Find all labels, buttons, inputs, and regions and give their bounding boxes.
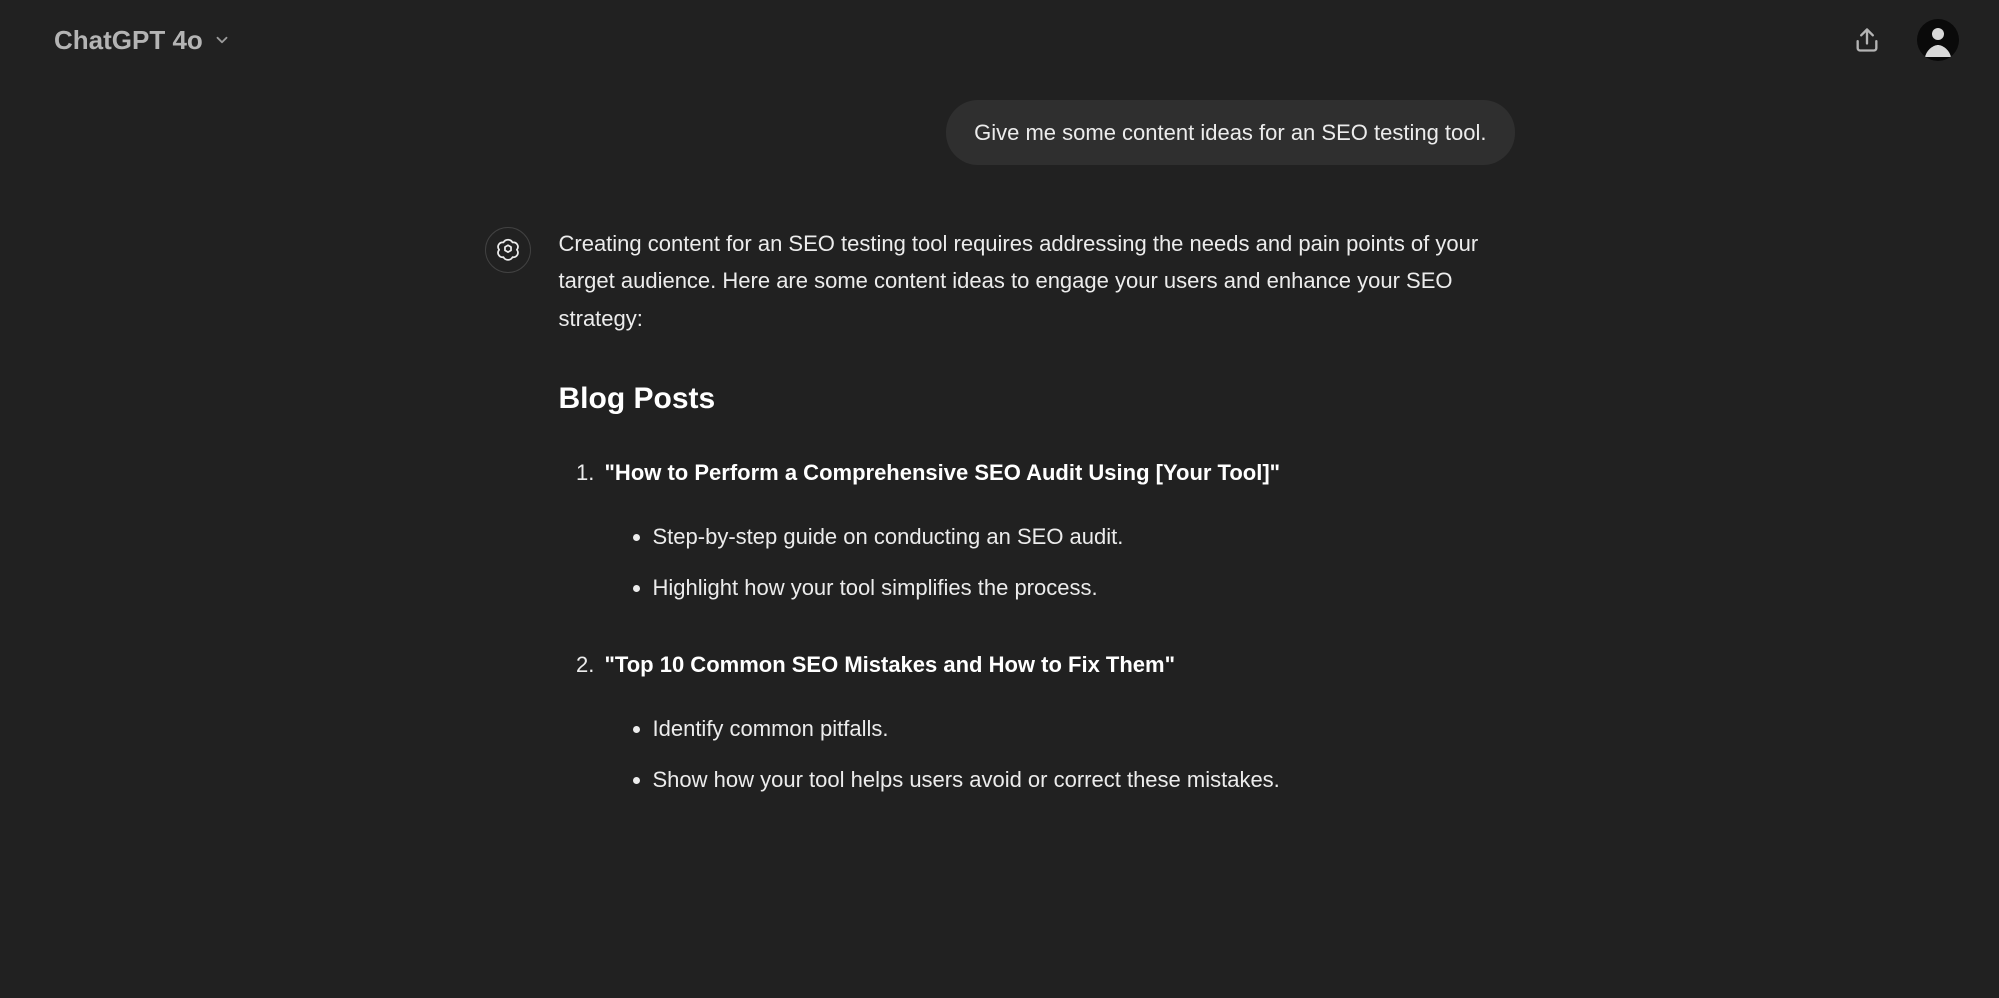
assistant-message: Creating content for an SEO testing tool… <box>559 225 1515 839</box>
list-item: "Top 10 Common SEO Mistakes and How to F… <box>601 646 1515 798</box>
openai-logo-icon <box>495 237 521 263</box>
user-message: Give me some content ideas for an SEO te… <box>946 100 1514 165</box>
avatar-icon <box>1917 19 1959 61</box>
share-button[interactable] <box>1845 18 1889 62</box>
blog-post-list: "How to Perform a Comprehensive SEO Audi… <box>559 454 1515 798</box>
conversation: Give me some content ideas for an SEO te… <box>485 100 1515 839</box>
bullet: Highlight how your tool simplifies the p… <box>653 569 1515 606</box>
bullet: Show how your tool helps users avoid or … <box>653 761 1515 798</box>
post-title: "Top 10 Common SEO Mistakes and How to F… <box>605 652 1176 677</box>
post-bullets: Step-by-step guide on conducting an SEO … <box>605 518 1515 607</box>
model-label: ChatGPT 4o <box>54 25 203 56</box>
header-actions <box>1845 18 1959 62</box>
assistant-avatar <box>485 227 531 273</box>
assistant-message-row: Creating content for an SEO testing tool… <box>485 225 1515 839</box>
bullet: Step-by-step guide on conducting an SEO … <box>653 518 1515 555</box>
model-switcher[interactable]: ChatGPT 4o <box>40 15 245 66</box>
share-icon <box>1853 26 1881 54</box>
post-title: "How to Perform a Comprehensive SEO Audi… <box>605 460 1281 485</box>
conversation-scroll[interactable]: Give me some content ideas for an SEO te… <box>0 80 1999 998</box>
assistant-intro: Creating content for an SEO testing tool… <box>559 225 1515 337</box>
post-bullets: Identify common pitfalls. Show how your … <box>605 710 1515 799</box>
user-avatar[interactable] <box>1917 19 1959 61</box>
list-item: "How to Perform a Comprehensive SEO Audi… <box>601 454 1515 606</box>
section-heading: Blog Posts <box>559 373 1515 424</box>
chevron-down-icon <box>213 31 231 49</box>
bullet: Identify common pitfalls. <box>653 710 1515 747</box>
app-header: ChatGPT 4o <box>0 0 1999 80</box>
user-message-row: Give me some content ideas for an SEO te… <box>485 100 1515 165</box>
